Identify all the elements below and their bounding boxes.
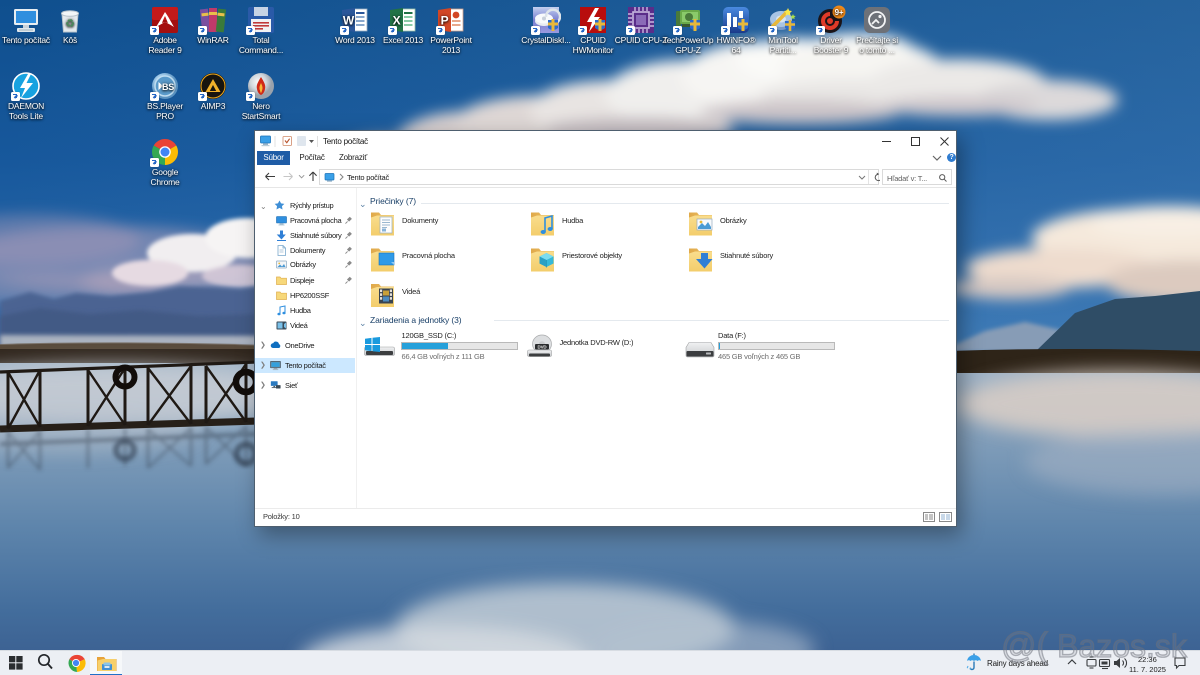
svg-text:♻: ♻ [65, 18, 75, 30]
svg-text:DVD: DVD [538, 345, 548, 350]
svg-text:BS: BS [162, 82, 174, 92]
